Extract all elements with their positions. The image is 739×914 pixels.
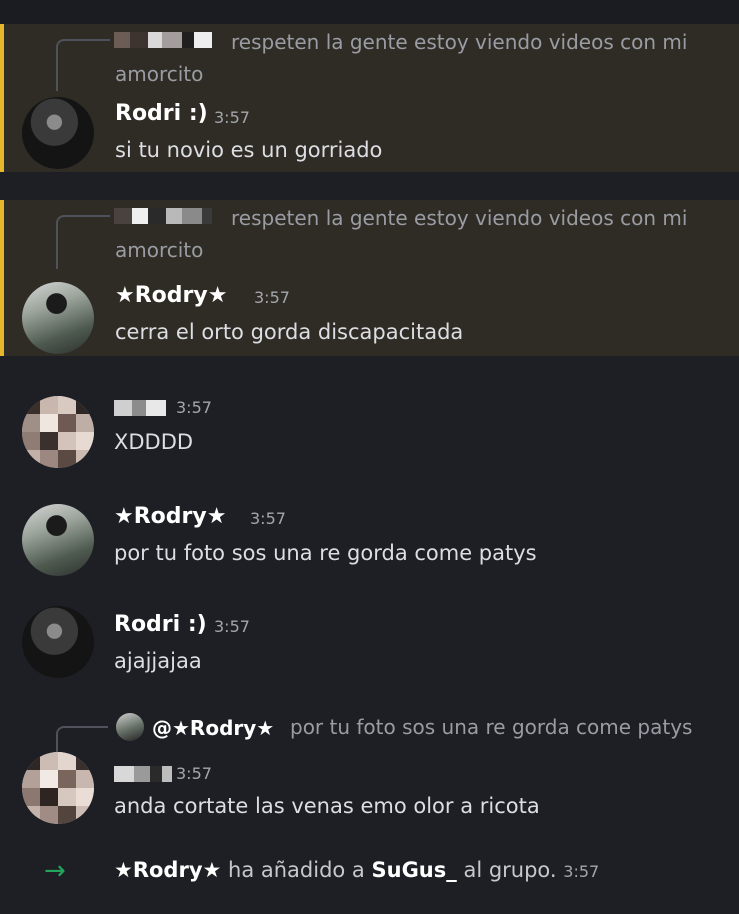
author-name[interactable]: ★Rodry★ — [114, 504, 226, 529]
avatar[interactable] — [22, 504, 94, 576]
reply-avatar[interactable] — [116, 713, 144, 741]
top-strip — [0, 0, 739, 24]
message-5[interactable]: Rodri :) 3:57 ajajjajaa — [0, 600, 739, 700]
system-message-member-added: → ★Rodry★ ha añadido a SuGus_ al grupo. … — [0, 846, 739, 906]
avatar[interactable] — [22, 396, 94, 468]
system-suffix: al grupo. — [463, 858, 557, 882]
message-2[interactable]: respeten la gente estoy viendo videos co… — [0, 200, 739, 356]
timestamp: 3:57 — [563, 862, 600, 881]
avatar[interactable] — [22, 752, 94, 824]
message-text: si tu novio es un gorriado — [115, 138, 383, 162]
redacted-username — [114, 766, 172, 782]
timestamp: 3:57 — [176, 764, 212, 783]
reply-connector — [56, 39, 110, 91]
avatar[interactable] — [22, 606, 94, 678]
author-name[interactable]: Rodri :) — [114, 612, 207, 637]
avatar[interactable] — [22, 282, 94, 354]
message-1[interactable]: respeten la gente estoy viendo videos co… — [0, 24, 739, 172]
timestamp: 3:57 — [176, 398, 212, 417]
redacted-username — [114, 400, 166, 416]
message-6[interactable]: @★Rodry★ por tu foto sos una re gorda co… — [0, 706, 739, 836]
message-4[interactable]: ★Rodry★ 3:57 por tu foto sos una re gord… — [0, 490, 739, 590]
message-text: ajajjajaa — [114, 649, 202, 673]
message-text: cerra el orto gorda discapacitada — [115, 320, 464, 344]
reply-preview-text[interactable]: respeten la gente estoy viendo videos co… — [115, 202, 715, 266]
pixelated-avatar-image — [22, 396, 94, 468]
timestamp: 3:57 — [214, 617, 250, 636]
arrow-right-icon: → — [44, 856, 66, 886]
reply-connector — [56, 215, 110, 269]
timestamp: 3:57 — [250, 509, 286, 528]
message-3[interactable]: 3:57 XDDDD — [0, 380, 739, 480]
system-action: ha añadido a — [228, 858, 365, 882]
timestamp: 3:57 — [214, 108, 250, 127]
reply-author[interactable]: @★Rodry★ — [152, 716, 274, 740]
system-actor[interactable]: ★Rodry★ — [114, 858, 221, 882]
pixelated-avatar-image — [22, 752, 94, 824]
reply-preview-text[interactable]: respeten la gente estoy viendo videos co… — [115, 26, 715, 90]
avatar[interactable] — [22, 97, 94, 169]
author-name[interactable]: ★Rodry★ — [115, 283, 227, 308]
reply-preview-text[interactable]: por tu foto sos una re gorda come patys — [290, 711, 692, 743]
system-message-text: ★Rodry★ ha añadido a SuGus_ al grupo. 3:… — [114, 858, 599, 882]
message-text: XDDDD — [114, 430, 194, 454]
timestamp: 3:57 — [254, 288, 290, 307]
message-text: por tu foto sos una re gorda come patys — [114, 541, 537, 565]
message-text: anda cortate las venas emo olor a ricota — [114, 794, 540, 818]
author-name[interactable]: Rodri :) — [115, 101, 208, 126]
system-target[interactable]: SuGus_ — [372, 858, 457, 882]
